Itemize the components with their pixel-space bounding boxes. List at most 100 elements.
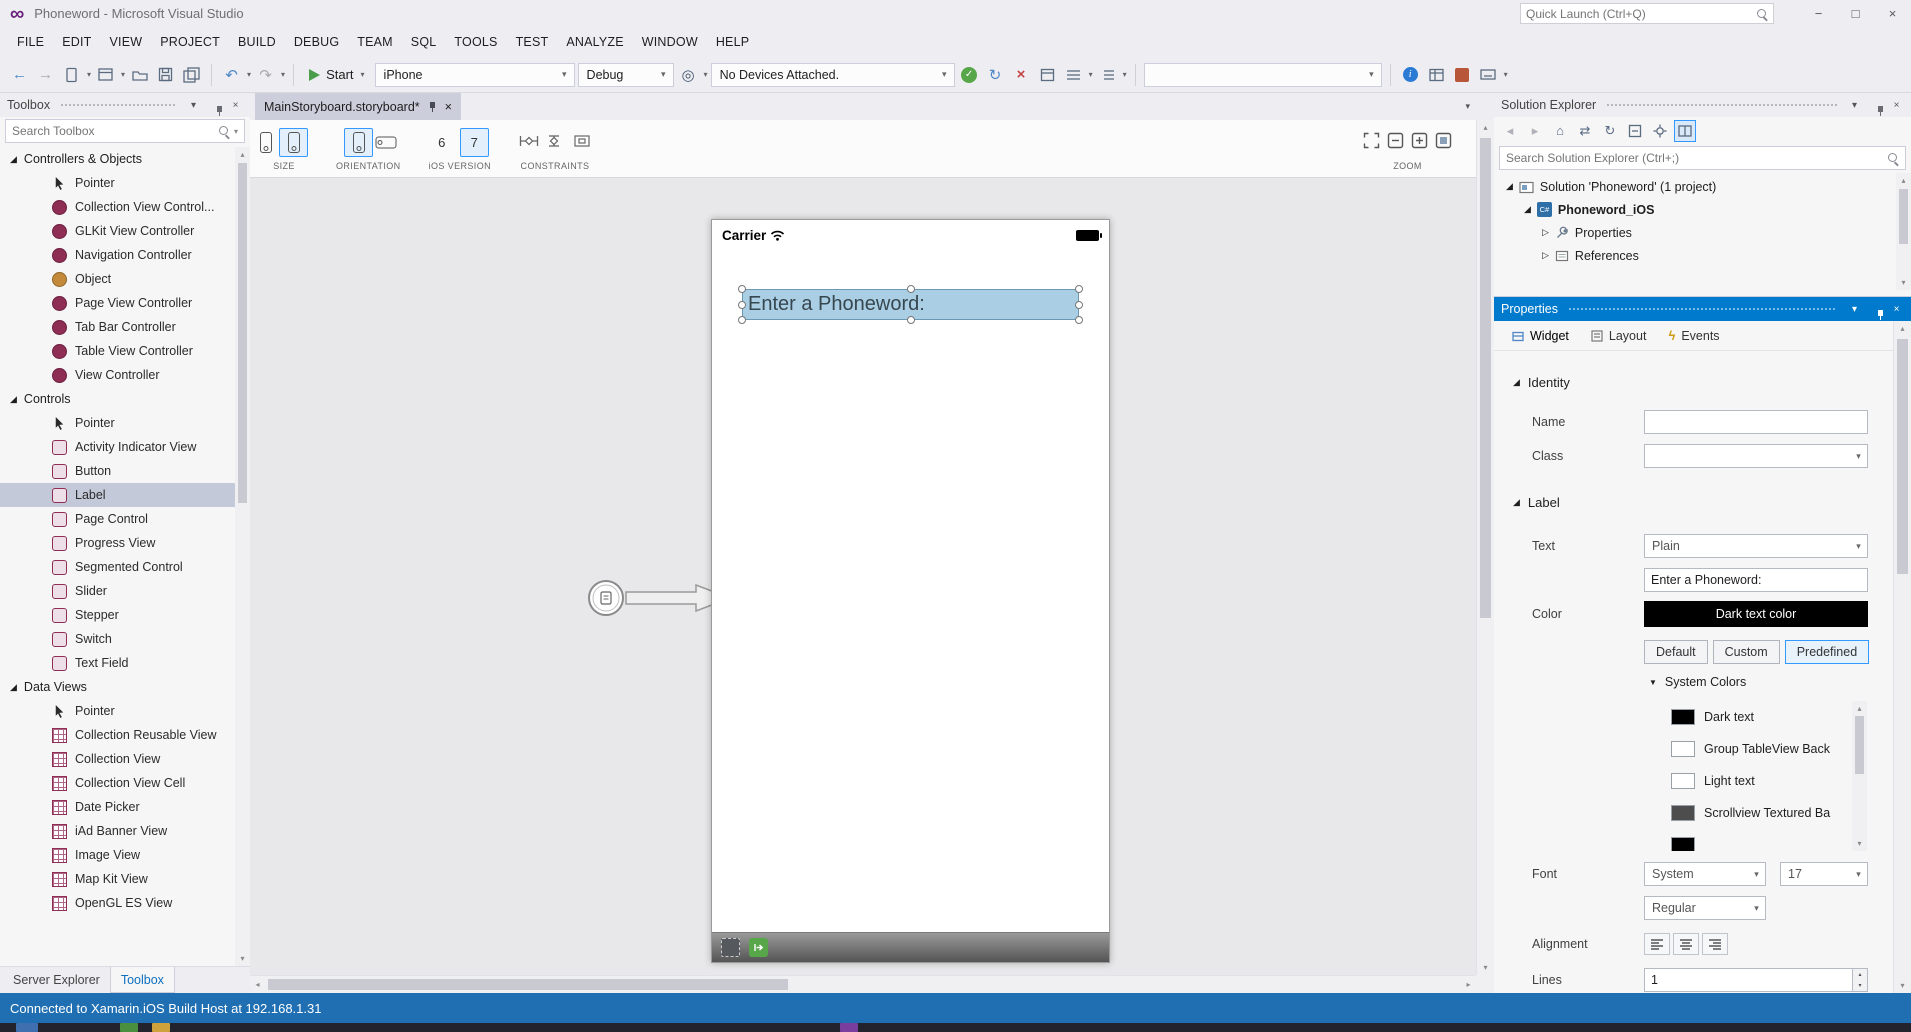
drag-grip[interactable] <box>60 103 176 108</box>
resize-handle[interactable] <box>1075 316 1083 324</box>
empty-combo[interactable]: ▾ <box>1144 63 1382 87</box>
scroll-left-icon[interactable]: ◂ <box>250 976 265 993</box>
orientation-portrait-selected[interactable] <box>344 128 373 157</box>
start-debug-button[interactable]: Start ▾ <box>302 62 371 88</box>
section-identity[interactable]: ◢ Identity <box>1513 375 1570 390</box>
stepper-up-icon[interactable]: ▴ <box>1853 969 1867 980</box>
redo-chevron-icon[interactable]: ▾ <box>281 70 285 79</box>
tab-events[interactable]: ϟ Events <box>1658 321 1729 350</box>
toolbox-item[interactable]: Page View Controller <box>0 291 235 315</box>
resize-handle[interactable] <box>738 301 746 309</box>
toolbox-item[interactable]: Switch <box>0 627 235 651</box>
new-file-chevron-icon[interactable]: ▾ <box>87 70 91 79</box>
resize-handle[interactable] <box>738 285 746 293</box>
color-predefined-button[interactable]: Predefined <box>1785 640 1869 664</box>
pin-icon[interactable] <box>428 101 437 113</box>
list-members-icon[interactable] <box>1062 62 1085 88</box>
view-controller-icon[interactable] <box>721 938 740 957</box>
color-default-button[interactable]: Default <box>1644 640 1708 664</box>
scroll-up-icon[interactable]: ▴ <box>1477 120 1494 135</box>
tab-layout[interactable]: Layout <box>1581 321 1657 350</box>
menu-debug[interactable]: DEBUG <box>285 27 348 57</box>
editor-horizontal-scrollbar[interactable]: ◂ ▸ <box>250 975 1476 993</box>
lines-stepper[interactable]: ▴ ▾ <box>1853 968 1868 992</box>
zoom-in-icon[interactable] <box>1411 132 1428 152</box>
toolbox-item[interactable]: Object <box>0 267 235 291</box>
taskbar-folder-icon[interactable] <box>152 1023 170 1032</box>
scrollbar-thumb[interactable] <box>1480 138 1491 618</box>
add-window-chevron-icon[interactable]: ▾ <box>121 70 125 79</box>
system-color-item[interactable]: Dark text <box>1671 701 1867 733</box>
ios-version-7-selected[interactable]: 7 <box>460 128 489 157</box>
system-color-item[interactable]: Scrollview Textured Ba <box>1671 797 1867 829</box>
toolbox-item[interactable]: Table View Controller <box>0 339 235 363</box>
configuration-combo[interactable]: Debug ▾ <box>578 63 674 87</box>
new-file-icon[interactable] <box>60 62 83 88</box>
list-members-icon[interactable] <box>1096 62 1119 88</box>
menu-window[interactable]: WINDOW <box>633 27 707 57</box>
lines-input[interactable] <box>1644 968 1853 992</box>
build-status-icon[interactable]: ✓ <box>958 62 981 88</box>
quick-launch-input[interactable] <box>1526 7 1756 21</box>
scroll-down-icon[interactable]: ▾ <box>1894 978 1911 993</box>
horizontal-constraint-icon[interactable] <box>519 134 539 151</box>
attach-chevron-icon[interactable]: ▾ <box>704 70 708 79</box>
scrollbar-thumb[interactable] <box>1897 339 1908 574</box>
search-options-chevron-icon[interactable]: ▾ <box>234 127 238 136</box>
menu-tools[interactable]: TOOLS <box>445 27 506 57</box>
drag-grip[interactable] <box>1568 307 1837 312</box>
redo-icon[interactable]: ↷ <box>254 62 277 88</box>
info-icon[interactable]: i <box>1399 62 1422 88</box>
ios-devices-combo[interactable]: No Devices Attached. ▾ <box>711 63 955 87</box>
align-center-button[interactable] <box>1673 933 1699 955</box>
resize-handle[interactable] <box>907 316 915 324</box>
solution-explorer-scrollbar[interactable]: ▴ ▾ <box>1896 173 1911 290</box>
menu-sql[interactable]: SQL <box>402 27 446 57</box>
keyboard-icon[interactable] <box>1477 62 1500 88</box>
text-mode-dropdown[interactable]: Plain▾ <box>1644 534 1868 558</box>
tab-server-explorer[interactable]: Server Explorer <box>3 967 110 993</box>
solution-explorer-search[interactable] <box>1499 146 1906 170</box>
scroll-down-icon[interactable]: ▾ <box>1477 960 1494 975</box>
navigate-forward-icon[interactable]: → <box>34 62 57 88</box>
menu-project[interactable]: PROJECT <box>151 27 229 57</box>
properties-scrollbar[interactable]: ▴ ▾ <box>1893 321 1911 993</box>
step-icon[interactable] <box>1036 62 1059 88</box>
scrollbar-thumb[interactable] <box>1855 716 1864 774</box>
exit-segue-icon[interactable] <box>749 938 768 957</box>
section-label-props[interactable]: ◢ Label <box>1513 495 1560 510</box>
toolbox-scrollbar[interactable]: ▴ ▾ <box>235 147 250 966</box>
toolbox-item[interactable]: Pointer <box>0 699 235 723</box>
system-color-item[interactable]: Group TableView Back <box>1671 733 1867 765</box>
ios-version-6-button[interactable]: 6 <box>431 131 453 153</box>
toolbox-item[interactable]: Collection Reusable View <box>0 723 235 747</box>
window-position-chevron-icon[interactable]: ▾ <box>1847 304 1862 315</box>
toolbox-section-controllers[interactable]: ◢ Controllers & Objects <box>0 147 235 171</box>
system-colors-header[interactable]: ▼ System Colors <box>1649 675 1746 689</box>
tree-item-properties[interactable]: ▷ Properties <box>1494 221 1911 244</box>
add-window-icon[interactable] <box>94 62 117 88</box>
save-icon[interactable] <box>154 62 177 88</box>
attach-target-icon[interactable]: ◎ <box>677 62 700 88</box>
menu-edit[interactable]: EDIT <box>53 27 100 57</box>
undo-icon[interactable]: ↶ <box>220 62 243 88</box>
scroll-down-icon[interactable]: ▾ <box>1896 275 1911 290</box>
list-chevron-icon[interactable]: ▾ <box>1123 70 1127 79</box>
quick-launch[interactable] <box>1520 3 1774 24</box>
toolbox-item[interactable]: Navigation Controller <box>0 243 235 267</box>
scrollbar-thumb[interactable] <box>1899 189 1908 244</box>
scroll-down-icon[interactable]: ▾ <box>1852 836 1867 851</box>
preview-selected-icon[interactable] <box>1674 120 1696 142</box>
back-icon[interactable]: ◂ <box>1499 120 1521 142</box>
scroll-right-icon[interactable]: ▸ <box>1461 976 1476 993</box>
toolbox-item[interactable]: Pointer <box>0 411 235 435</box>
home-icon[interactable]: ⌂ <box>1549 120 1571 142</box>
resize-handle[interactable] <box>1075 285 1083 293</box>
close-icon[interactable]: × <box>445 100 452 114</box>
toolbox-item[interactable]: Collection View Cell <box>0 771 235 795</box>
scroll-down-icon[interactable]: ▾ <box>235 951 250 966</box>
toolbox-item[interactable]: Page Control <box>0 507 235 531</box>
minimize-button[interactable]: − <box>1800 0 1837 27</box>
solution-search-input[interactable] <box>1506 151 1883 165</box>
toolbox-item[interactable]: Map Kit View <box>0 867 235 891</box>
